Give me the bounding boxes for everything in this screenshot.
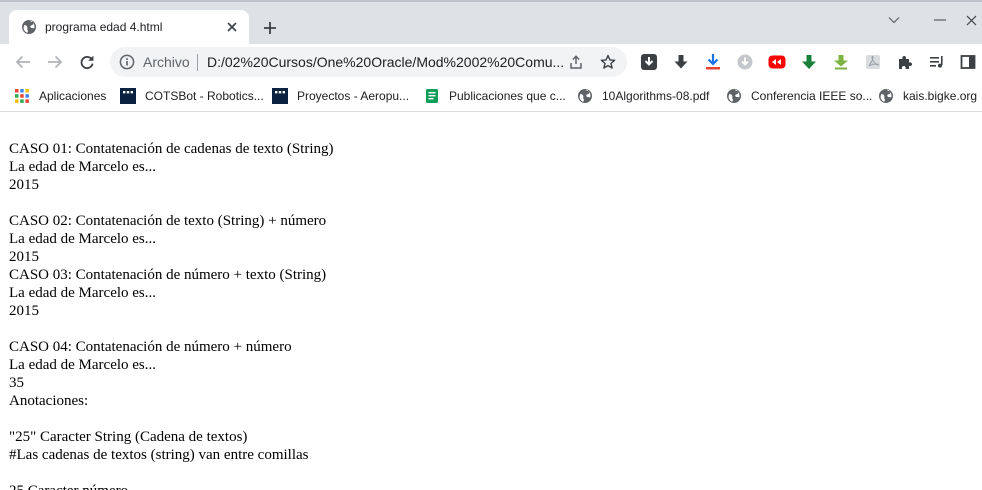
tab-strip: programa edad 4.html: [0, 0, 982, 46]
page-text-line: CASO 03: Contatenación de número + texto…: [9, 267, 327, 283]
bookmark-label: Aplicaciones: [39, 89, 107, 103]
page-text-line: 25 Caracter número: [9, 482, 969, 490]
side-panel-icon[interactable]: [958, 52, 978, 72]
omnibox-divider: [197, 54, 198, 71]
download-circle-icon[interactable]: [735, 52, 755, 72]
document-icon: [424, 88, 440, 104]
bookmark-conferencia-ieee[interactable]: Conferencia IEEE so...: [726, 86, 872, 106]
page-text-line: 2015: [9, 303, 39, 319]
page-text-line: Anotaciones:: [9, 393, 89, 409]
download-arrow-icon[interactable]: [671, 52, 691, 72]
page-text-line: La edad de Marcelo es...: [9, 159, 157, 175]
media-playlist-icon[interactable]: [927, 52, 947, 72]
forward-button[interactable]: [43, 50, 67, 74]
new-tab-button[interactable]: [259, 17, 281, 39]
bookmark-10algorithms[interactable]: 10Algorithms-08.pdf: [577, 86, 709, 106]
back-button[interactable]: [11, 50, 35, 74]
page-text-line: CASO 04: Contatenación de número + númer…: [9, 339, 292, 355]
pdf-icon[interactable]: [863, 52, 883, 72]
download-manager-icon[interactable]: [639, 52, 659, 72]
download-lime-icon[interactable]: [831, 52, 851, 72]
globe-icon: [726, 88, 742, 104]
address-bar[interactable]: Archivo D:/02%20Cursos/One%20Oracle/Mod%…: [110, 47, 627, 77]
bookmark-label: Publicaciones que c...: [449, 89, 566, 103]
file-scheme-label: Archivo: [143, 54, 190, 70]
bookmark-label: kais.bigke.org: [903, 89, 978, 103]
youtube-icon[interactable]: [767, 52, 787, 72]
page-text-line: 2015: [9, 177, 39, 193]
bookmarks-bar: Aplicaciones COTSBot - Robotics... Proye…: [0, 80, 982, 112]
bookmark-label: 10Algorithms-08.pdf: [602, 89, 710, 103]
info-icon[interactable]: [119, 54, 135, 70]
page-text-line: CASO 02: Contatenación de texto (String)…: [9, 213, 327, 229]
extensions-puzzle-icon[interactable]: [895, 52, 915, 72]
minimize-icon[interactable]: [925, 10, 955, 30]
page-content: CASO 01: Contatenación de cadenas de tex…: [9, 140, 969, 490]
bookmark-kais[interactable]: kais.bigke.org: [878, 86, 977, 106]
download-blue-icon[interactable]: [703, 52, 723, 72]
url-text[interactable]: D:/02%20Cursos/One%20Oracle/Mod%2002%20C…: [207, 54, 563, 70]
bookmark-star-icon[interactable]: [599, 53, 617, 71]
apps-grid-icon: [14, 88, 30, 104]
page-text-line: La edad de Marcelo es...: [9, 231, 157, 247]
bookmark-aplicaciones[interactable]: Aplicaciones: [14, 86, 106, 106]
browser-toolbar: Archivo D:/02%20Cursos/One%20Oracle/Mod%…: [0, 44, 982, 80]
bookmark-publicaciones[interactable]: Publicaciones que c...: [424, 86, 566, 106]
page-text-line: 2015: [9, 249, 39, 265]
globe-icon: [21, 19, 37, 35]
qut-logo-icon: [272, 88, 288, 104]
tab-title: programa edad 4.html: [45, 20, 163, 34]
page-text-line: 35: [9, 375, 24, 391]
page-text-line: CASO 01: Contatenación de cadenas de tex…: [9, 141, 334, 157]
close-tab-icon[interactable]: [223, 18, 241, 36]
page-text-line: La edad de Marcelo es...: [9, 285, 157, 301]
globe-icon: [577, 88, 593, 104]
reload-button[interactable]: [75, 50, 99, 74]
tab-programa-edad[interactable]: programa edad 4.html: [9, 10, 249, 46]
download-green-icon[interactable]: [799, 52, 819, 72]
chevron-down-icon[interactable]: [879, 10, 909, 30]
qut-logo-icon: [120, 88, 136, 104]
bookmark-proyectos[interactable]: Proyectos - Aeropu...: [272, 86, 409, 106]
bookmark-label: COTSBot - Robotics...: [145, 89, 264, 103]
close-window-icon[interactable]: [960, 10, 982, 30]
bookmark-cotsbot[interactable]: COTSBot - Robotics...: [120, 86, 264, 106]
bookmark-label: Proyectos - Aeropu...: [297, 89, 410, 103]
page-text-line: "25" Caracter String (Cadena de textos): [9, 429, 248, 445]
page-text-line: #Las cadenas de textos (string) van entr…: [9, 447, 309, 463]
bookmark-label: Conferencia IEEE so...: [751, 89, 873, 103]
globe-icon: [878, 88, 894, 104]
page-text-line: La edad de Marcelo es...: [9, 357, 157, 373]
share-icon[interactable]: [567, 53, 585, 71]
